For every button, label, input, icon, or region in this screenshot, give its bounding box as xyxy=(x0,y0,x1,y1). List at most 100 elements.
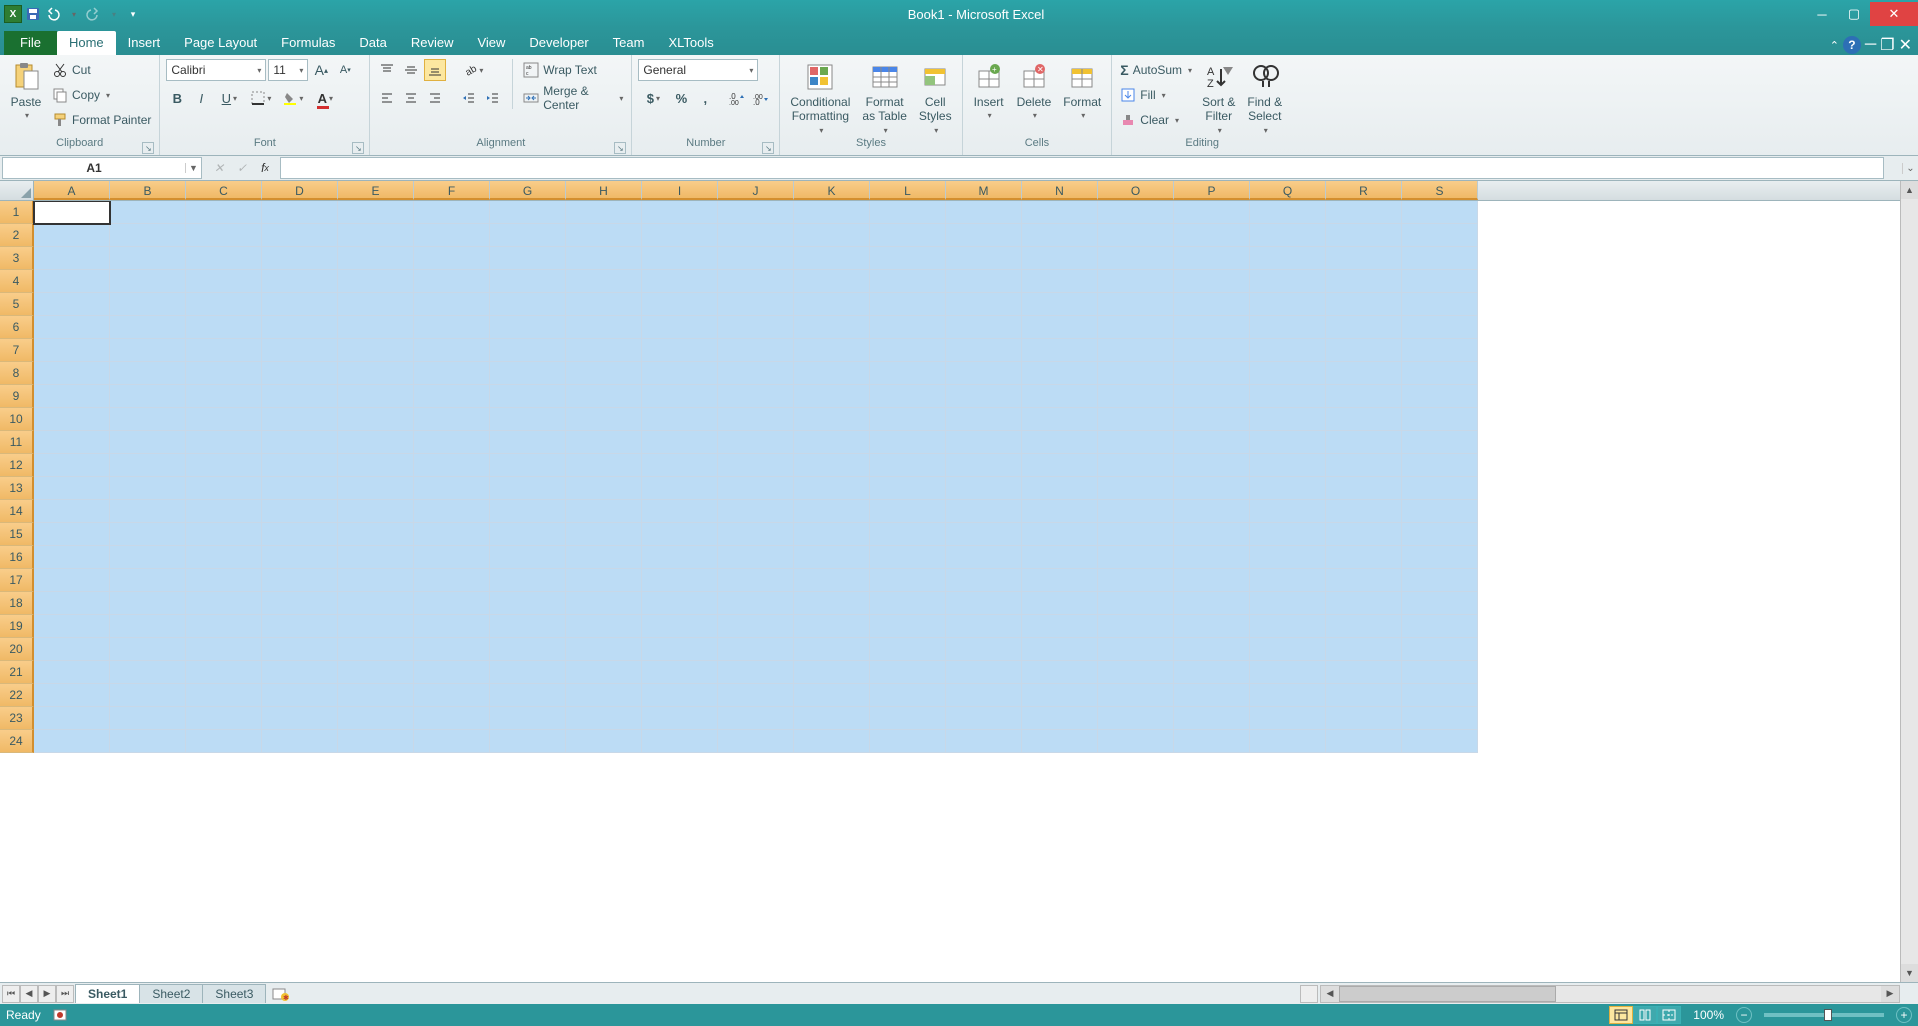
cell[interactable] xyxy=(34,477,110,500)
row-header[interactable]: 23 xyxy=(0,707,34,730)
cell[interactable] xyxy=(1250,316,1326,339)
cell[interactable] xyxy=(414,592,490,615)
increase-indent-icon[interactable] xyxy=(482,87,504,109)
cell[interactable] xyxy=(490,362,566,385)
cell[interactable] xyxy=(1174,638,1250,661)
cell[interactable] xyxy=(34,661,110,684)
cell[interactable] xyxy=(566,270,642,293)
cell[interactable] xyxy=(642,385,718,408)
undo-dropdown-icon[interactable]: ▾ xyxy=(64,5,82,23)
cell[interactable] xyxy=(414,385,490,408)
cell[interactable] xyxy=(566,454,642,477)
cell[interactable] xyxy=(1174,362,1250,385)
maximize-button[interactable]: ▢ xyxy=(1838,2,1870,26)
cell[interactable] xyxy=(110,293,186,316)
cell[interactable] xyxy=(794,661,870,684)
cell[interactable] xyxy=(642,431,718,454)
cell[interactable] xyxy=(414,477,490,500)
cell[interactable] xyxy=(718,638,794,661)
column-header[interactable]: J xyxy=(718,181,794,200)
cell[interactable] xyxy=(946,523,1022,546)
cell[interactable] xyxy=(1402,385,1478,408)
cell[interactable] xyxy=(1402,615,1478,638)
cell[interactable] xyxy=(794,201,870,224)
row-header[interactable]: 10 xyxy=(0,408,34,431)
cell[interactable] xyxy=(1326,362,1402,385)
insert-function-icon[interactable]: fx xyxy=(254,158,276,178)
cell[interactable] xyxy=(946,224,1022,247)
cell[interactable] xyxy=(566,730,642,753)
cell[interactable] xyxy=(1402,546,1478,569)
cell[interactable] xyxy=(718,270,794,293)
cell[interactable] xyxy=(1174,431,1250,454)
row-header[interactable]: 6 xyxy=(0,316,34,339)
cell[interactable] xyxy=(946,201,1022,224)
cell[interactable] xyxy=(1250,431,1326,454)
column-header[interactable]: E xyxy=(338,181,414,200)
tab-view[interactable]: View xyxy=(465,31,517,55)
cell[interactable] xyxy=(262,431,338,454)
cell[interactable] xyxy=(338,569,414,592)
cell[interactable] xyxy=(566,201,642,224)
cell[interactable] xyxy=(566,247,642,270)
cell[interactable] xyxy=(414,730,490,753)
cell[interactable] xyxy=(490,569,566,592)
cell[interactable] xyxy=(490,707,566,730)
cell[interactable] xyxy=(338,500,414,523)
tab-review[interactable]: Review xyxy=(399,31,466,55)
cell[interactable] xyxy=(642,569,718,592)
cell[interactable] xyxy=(1402,362,1478,385)
zoom-out-icon[interactable]: − xyxy=(1736,1007,1752,1023)
row-header[interactable]: 11 xyxy=(0,431,34,454)
underline-button[interactable]: U▾ xyxy=(214,87,244,109)
cell[interactable] xyxy=(1022,592,1098,615)
align-center-icon[interactable] xyxy=(400,87,422,109)
cell[interactable] xyxy=(1250,684,1326,707)
cell[interactable] xyxy=(186,224,262,247)
cell[interactable] xyxy=(186,362,262,385)
row-header[interactable]: 20 xyxy=(0,638,34,661)
cell[interactable] xyxy=(1098,362,1174,385)
cell[interactable] xyxy=(794,339,870,362)
cell[interactable] xyxy=(34,408,110,431)
cell[interactable] xyxy=(642,408,718,431)
cell[interactable] xyxy=(870,408,946,431)
cell[interactable] xyxy=(186,707,262,730)
cell[interactable] xyxy=(870,615,946,638)
cell[interactable] xyxy=(1098,293,1174,316)
align-top-icon[interactable] xyxy=(376,59,398,81)
cell[interactable] xyxy=(718,661,794,684)
workbook-restore-icon[interactable]: ❐ xyxy=(1880,35,1894,55)
cell[interactable] xyxy=(262,523,338,546)
cell[interactable] xyxy=(1022,224,1098,247)
cell[interactable] xyxy=(186,592,262,615)
sheet-nav-prev-icon[interactable]: ◀ xyxy=(20,985,38,1003)
cell[interactable] xyxy=(262,592,338,615)
cell[interactable] xyxy=(794,684,870,707)
cell[interactable] xyxy=(1402,707,1478,730)
cell[interactable] xyxy=(110,408,186,431)
column-header[interactable]: L xyxy=(870,181,946,200)
cell[interactable] xyxy=(1326,431,1402,454)
scroll-right-icon[interactable]: ▶ xyxy=(1881,986,1899,1002)
cell[interactable] xyxy=(1250,293,1326,316)
cell[interactable] xyxy=(1098,569,1174,592)
cell[interactable] xyxy=(338,661,414,684)
cell[interactable] xyxy=(414,293,490,316)
cell[interactable] xyxy=(1022,707,1098,730)
cell[interactable] xyxy=(794,454,870,477)
zoom-in-icon[interactable]: + xyxy=(1896,1007,1912,1023)
clipboard-launcher-icon[interactable]: ↘ xyxy=(142,142,154,154)
cell[interactable] xyxy=(338,730,414,753)
sheet-tab[interactable]: Sheet2 xyxy=(139,984,203,1003)
cell[interactable] xyxy=(794,707,870,730)
cell[interactable] xyxy=(338,201,414,224)
cell[interactable] xyxy=(794,408,870,431)
cell[interactable] xyxy=(1098,661,1174,684)
cell[interactable] xyxy=(642,270,718,293)
cell[interactable] xyxy=(262,247,338,270)
cell[interactable] xyxy=(34,638,110,661)
cell[interactable] xyxy=(1250,224,1326,247)
workbook-close-icon[interactable]: ✕ xyxy=(1899,35,1912,55)
cell[interactable] xyxy=(1402,523,1478,546)
